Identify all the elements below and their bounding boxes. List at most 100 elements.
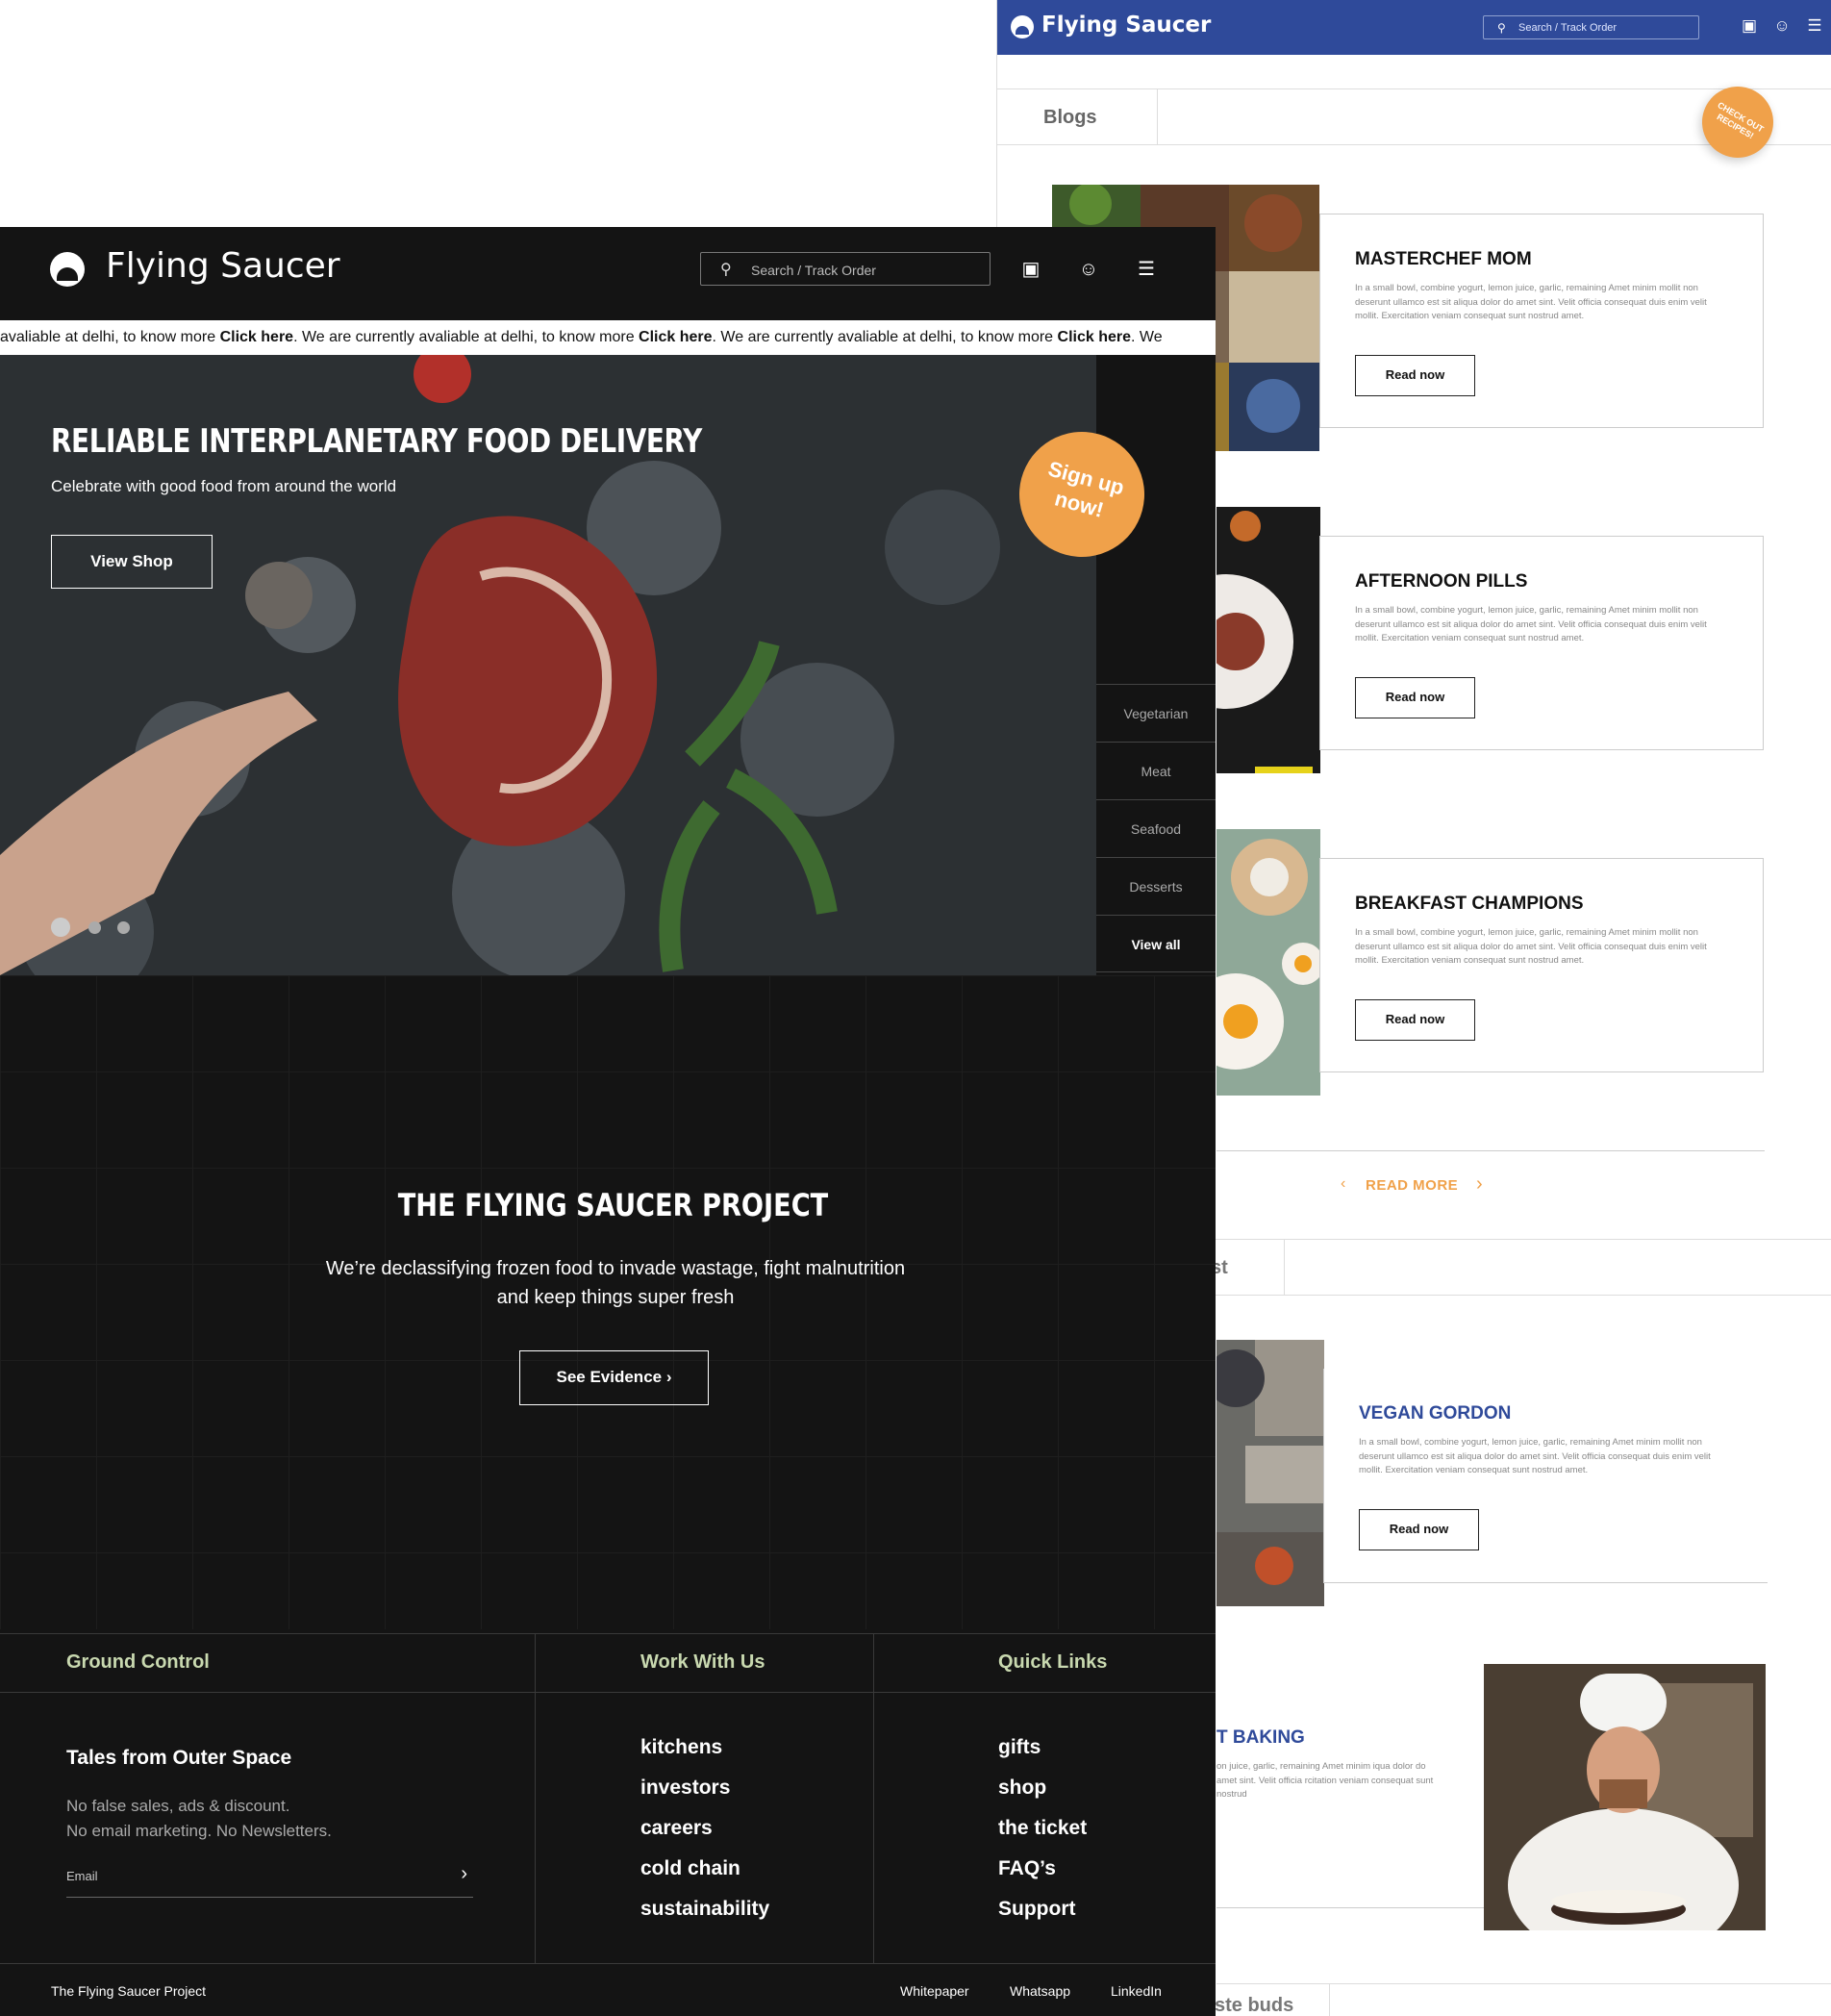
click-here-link[interactable]: Click here <box>1058 329 1131 345</box>
footer-link-careers[interactable]: careers <box>640 1817 713 1840</box>
see-evidence-label: See Evidence <box>556 1368 663 1386</box>
project-desc-line: We’re declassifying frozen food to invad… <box>325 1258 906 1279</box>
user-icon[interactable]: ☺ <box>1772 16 1792 36</box>
tales-heading: Tales from Outer Space <box>66 1747 292 1769</box>
ticker-text: . We are currently avaliable at delhi, t… <box>293 329 640 345</box>
chevron-left-icon[interactable]: ‹ <box>1341 1175 1345 1193</box>
footer-link-investors[interactable]: investors <box>640 1777 730 1800</box>
linkedin-link[interactable]: LinkedIn <box>1111 1983 1162 1999</box>
carousel-dot[interactable] <box>117 921 130 934</box>
footer-link-faqs[interactable]: FAQ’s <box>998 1857 1056 1880</box>
whatsapp-link[interactable]: Whatsapp <box>1010 1983 1070 1999</box>
footer-heading-quick-links: Quick Links <box>998 1651 1108 1673</box>
footer-link-gifts[interactable]: gifts <box>998 1736 1041 1759</box>
submit-arrow-icon[interactable]: › <box>461 1863 467 1885</box>
blog-card-desc: on juice, garlic, remaining Amet minim i… <box>1216 1761 1434 1800</box>
email-placeholder: Email <box>66 1869 98 1883</box>
project-title: THE FLYING SAUCER PROJECT <box>397 1187 829 1223</box>
category-view-all[interactable]: View all <box>1096 915 1216 972</box>
blog-card-desc: In a small bowl, combine yogurt, lemon j… <box>1355 927 1707 966</box>
view-shop-button[interactable]: View Shop <box>51 535 213 589</box>
newsletter-note-line: No false sales, ads & discount. <box>66 1797 290 1815</box>
project-description: We’re declassifying frozen food to invad… <box>231 1254 1000 1312</box>
footer-divider <box>873 1634 874 1964</box>
newsletter-note: No false sales, ads & discount. No email… <box>66 1794 332 1844</box>
footer-col-head: Work With Us <box>535 1634 873 1693</box>
user-icon[interactable]: ☺ <box>1075 256 1102 283</box>
carousel-dot[interactable] <box>88 921 101 934</box>
tab-divider <box>1284 1240 1285 1295</box>
footer-bottom-bar: The Flying Saucer Project Whitepaper Wha… <box>0 1963 1216 2016</box>
tab-blogs[interactable]: Blogs <box>1043 107 1097 129</box>
blog-card-desc: In a small bowl, combine yogurt, lemon j… <box>1355 283 1707 321</box>
search-input[interactable]: ⚲ Search / Track Order <box>700 252 991 286</box>
afternoon-photo <box>1216 507 1320 773</box>
sticker-text: CHECK OUT RECIPES! <box>1715 100 1766 141</box>
blog-card-masterchef: MASTERCHEF MOM In a small bowl, combine … <box>1319 214 1764 428</box>
carousel-dot-active[interactable] <box>51 918 70 937</box>
click-here-link[interactable]: Click here <box>639 329 712 345</box>
cart-icon[interactable]: ▣ <box>1740 16 1759 36</box>
category-seafood[interactable]: Seafood <box>1096 799 1216 857</box>
home-page-window: Flying Saucer ⚲ Search / Track Order ▣ ☺… <box>0 227 1216 2016</box>
blog-search-input[interactable]: ⚲ Search / Track Order <box>1483 15 1699 39</box>
cart-icon[interactable]: ▣ <box>1017 256 1044 283</box>
blog-search-placeholder: Search / Track Order <box>1518 22 1618 34</box>
footer-col-head: Quick Links <box>873 1634 1216 1693</box>
blog-card-title[interactable]: AFTERNOON PILLS <box>1355 571 1527 592</box>
menu-icon[interactable]: ☰ <box>1805 16 1824 36</box>
blog-brand-name[interactable]: Flying Saucer <box>1041 13 1211 38</box>
whitepaper-link[interactable]: Whitepaper <box>900 1983 969 1999</box>
footer-link-sustainability[interactable]: sustainability <box>640 1898 769 1921</box>
blog-card-title[interactable]: MASTERCHEF MOM <box>1355 249 1532 270</box>
tab-divider <box>1329 1983 1330 2016</box>
footer: Ground Control Work With Us Quick Links … <box>0 1633 1216 2016</box>
main-header: Flying Saucer ⚲ Search / Track Order ▣ ☺… <box>0 227 1216 312</box>
project-section: THE FLYING SAUCER PROJECT We’re declassi… <box>0 975 1216 1629</box>
read-more-link[interactable]: READ MORE <box>1366 1177 1458 1194</box>
hero-title: RELIABLE INTERPLANETARY FOOD DELIVERY <box>51 422 702 461</box>
blog-card-desc: In a small bowl, combine yogurt, lemon j… <box>1355 605 1707 643</box>
read-now-button[interactable]: Read now <box>1355 355 1475 396</box>
ticker-text: . We are currently avaliable at delhi, t… <box>712 329 1058 345</box>
footer-link-cold-chain[interactable]: cold chain <box>640 1857 740 1880</box>
brand-name[interactable]: Flying Saucer <box>106 246 340 286</box>
click-here-link[interactable]: Click here <box>220 329 293 345</box>
hero-subtitle: Celebrate with good food from around the… <box>51 477 397 495</box>
footer-col-head: Ground Control <box>0 1634 535 1693</box>
chef-photo <box>1484 1664 1766 1930</box>
saucer-logo-icon[interactable] <box>1011 15 1034 38</box>
footer-link-shop[interactable]: shop <box>998 1777 1046 1800</box>
newsletter-note-line: No email marketing. No Newsletters. <box>66 1822 332 1840</box>
blog-card-title[interactable]: VEGAN GORDON <box>1359 1403 1511 1424</box>
copyright-text: The Flying Saucer Project <box>51 1983 207 1999</box>
menu-icon[interactable]: ☰ <box>1133 256 1160 283</box>
saucer-logo-icon[interactable] <box>50 252 85 287</box>
see-evidence-button[interactable]: See Evidence › <box>519 1350 709 1405</box>
read-now-button[interactable]: Read now <box>1355 999 1475 1041</box>
read-now-button[interactable]: Read now <box>1355 677 1475 718</box>
blog-card-title[interactable]: BREAKFAST CHAMPIONS <box>1355 894 1584 915</box>
footer-link-support[interactable]: Support <box>998 1898 1075 1921</box>
blog-card-title[interactable]: T BAKING <box>1216 1727 1305 1749</box>
divider <box>1216 1150 1765 1151</box>
tab-taste-buds[interactable]: ste buds <box>1215 1995 1293 2016</box>
footer-heading-work-with-us: Work With Us <box>640 1651 765 1673</box>
blog-card-vegan: VEGAN GORDON In a small bowl, combine yo… <box>1323 1369 1768 1583</box>
ticker-text: avaliable at delhi, to know more <box>0 329 220 345</box>
email-field[interactable]: Email › <box>66 1859 473 1898</box>
footer-link-the-ticket[interactable]: the ticket <box>998 1817 1087 1840</box>
chef-baking-image <box>1484 1664 1766 1930</box>
footer-link-kitchens[interactable]: kitchens <box>640 1736 722 1759</box>
search-placeholder: Search / Track Order <box>751 263 876 278</box>
blog-image-vegan <box>1216 1340 1324 1606</box>
blog-image-breakfast <box>1216 829 1320 1096</box>
category-meat[interactable]: Meat <box>1096 742 1216 799</box>
blog-card-afternoon: AFTERNOON PILLS In a small bowl, combine… <box>1319 536 1764 750</box>
tab-divider <box>1157 89 1158 144</box>
blog-card-breakfast: BREAKFAST CHAMPIONS In a small bowl, com… <box>1319 858 1764 1072</box>
category-vegetarian[interactable]: Vegetarian <box>1096 684 1216 742</box>
chevron-right-icon[interactable]: › <box>1476 1173 1483 1196</box>
category-desserts[interactable]: Desserts <box>1096 857 1216 915</box>
read-now-button[interactable]: Read now <box>1359 1509 1479 1550</box>
